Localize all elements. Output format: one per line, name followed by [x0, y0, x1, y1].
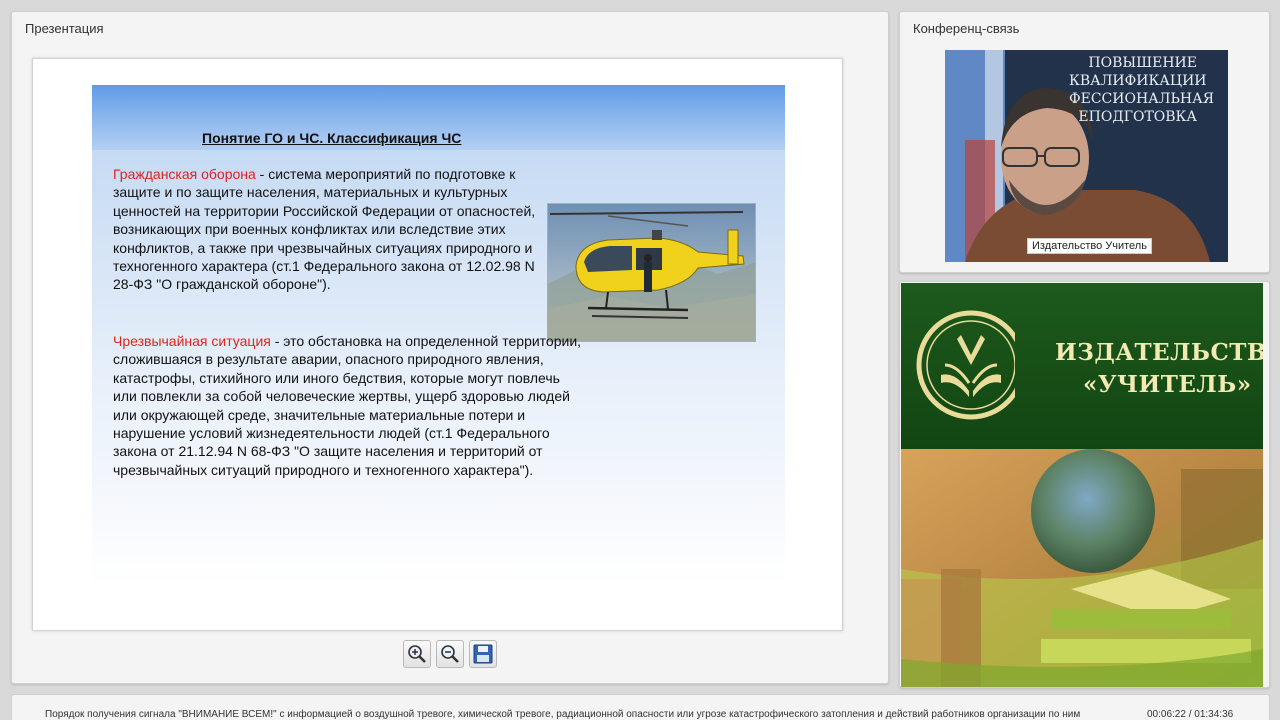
definition-emergency-text: - это обстановка на определенной террито… — [113, 333, 582, 478]
publisher-logo-icon — [916, 310, 1015, 420]
backdrop-text-2: КВАЛИФИКАЦИИ — [1069, 73, 1207, 89]
backdrop-text-4: ЕПОДГОТОВКА — [1078, 109, 1197, 125]
save-icon — [473, 644, 493, 664]
webcam-video[interactable]: ПОВЫШЕНИЕ КВАЛИФИКАЦИИ ФЕССИОНАЛЬНАЯ ЕПО… — [945, 50, 1228, 262]
current-topic-title: Порядок получения сигнала "ВНИМАНИЕ ВСЕМ… — [45, 709, 1081, 720]
definition-civil-defense: Гражданская оборона - система мероприяти… — [113, 165, 553, 294]
publisher-banner: ИЗДАТЕЛЬСТВО «УЧИТЕЛЬ» — [901, 283, 1263, 687]
zoom-out-button[interactable] — [436, 640, 464, 668]
zoom-in-icon — [408, 645, 426, 663]
presentation-panel: Презентация Понятие ГО и ЧС. Классификац… — [11, 11, 889, 684]
term-civil-defense: Гражданская оборона — [113, 166, 256, 182]
helicopter-photo — [547, 203, 756, 342]
term-emergency: Чрезвычайная ситуация — [113, 333, 271, 349]
presentation-title: Презентация — [25, 21, 104, 36]
conference-title: Конференц-связь — [913, 21, 1020, 36]
slide-heading: Понятие ГО и ЧС. Классификация ЧС — [202, 130, 462, 146]
save-button[interactable] — [469, 640, 497, 668]
playback-time: 00:06:22 / 01:34:36 — [1147, 709, 1234, 720]
definition-civil-defense-text: - система мероприятий по подготовке к за… — [113, 166, 536, 293]
status-bar: Порядок получения сигнала "ВНИМАНИЕ ВСЕМ… — [11, 694, 1270, 720]
publisher-banner-panel: ИЗДАТЕЛЬСТВО «УЧИТЕЛЬ» — [899, 281, 1270, 688]
zoom-out-icon — [441, 645, 459, 663]
slide: Понятие ГО и ЧС. Классификация ЧС Гражда… — [92, 85, 785, 585]
backdrop-text-3: ФЕССИОНАЛЬНАЯ — [1069, 91, 1214, 107]
zoom-in-button[interactable] — [403, 640, 431, 668]
publisher-name-line1: ИЗДАТЕЛЬСТВО — [1055, 339, 1263, 366]
banner-books-image — [901, 449, 1263, 687]
banner-header: ИЗДАТЕЛЬСТВО «УЧИТЕЛЬ» — [901, 283, 1263, 449]
conference-panel: Конференц-связь ПОВЫШЕНИЕ КВАЛИФИКАЦИИ Ф… — [899, 11, 1270, 273]
backdrop-text-1: ПОВЫШЕНИЕ — [1088, 55, 1197, 71]
participant-name-label: Издательство Учитель — [1027, 238, 1152, 254]
publisher-name-line2: «УЧИТЕЛЬ» — [1083, 371, 1252, 398]
slide-viewport[interactable]: Понятие ГО и ЧС. Классификация ЧС Гражда… — [32, 58, 843, 631]
definition-emergency: Чрезвычайная ситуация - это обстановка н… — [113, 332, 583, 479]
